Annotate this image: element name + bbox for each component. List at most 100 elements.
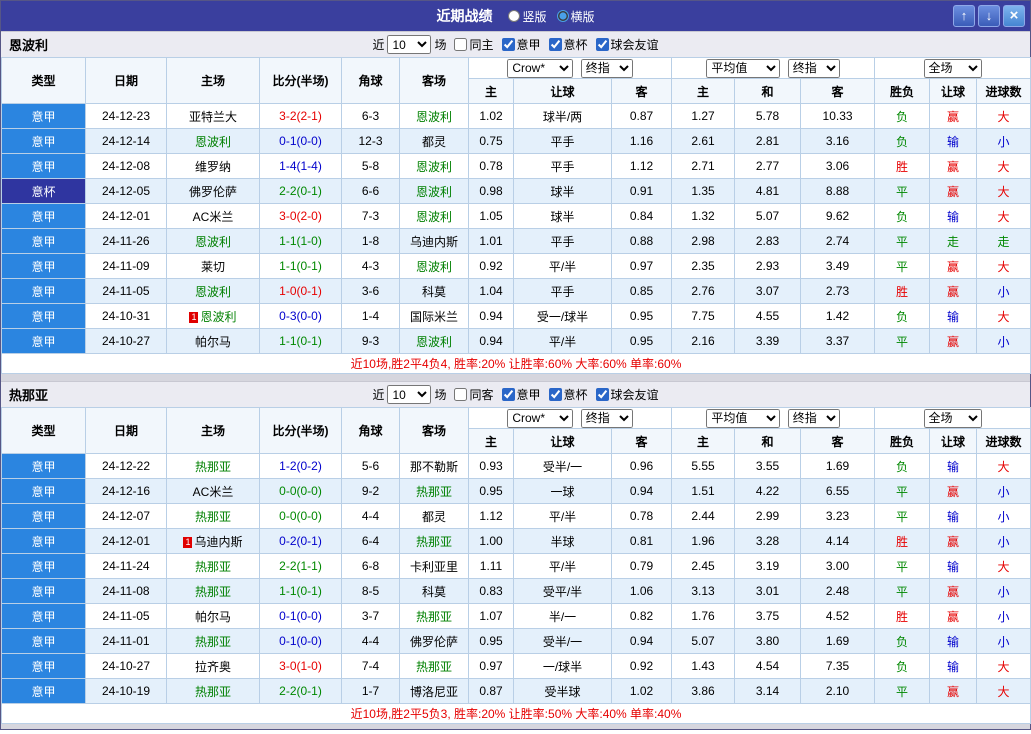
same-venue-checkbox[interactable] <box>454 38 468 51</box>
vertical-radio[interactable] <box>508 10 521 22</box>
result-wdl-cell: 负 <box>874 303 931 329</box>
horizontal-radio[interactable] <box>556 10 569 22</box>
result-goals-cell: 大 <box>976 678 1031 704</box>
average-odds-select[interactable]: 平均值 <box>706 58 781 78</box>
layout-radio-group: 竖版 横版 <box>508 8 595 25</box>
odds-home-cell: 0.95 <box>468 478 514 504</box>
layout-vertical-option[interactable]: 竖版 <box>508 8 547 25</box>
corner-cell: 9-3 <box>341 328 400 354</box>
home-team-cell: 维罗纳 <box>166 153 260 179</box>
avg-home-cell: 1.43 <box>671 653 736 679</box>
score-cell: 0-1(0-0) <box>259 628 342 654</box>
match-date: 24-11-05 <box>85 603 167 629</box>
average-final-select[interactable]: 终指 <box>787 408 840 428</box>
home-team-name: 热那亚 <box>194 559 231 574</box>
corner-cell: 7-3 <box>341 203 400 229</box>
away-team-name: 热那亚 <box>415 609 452 624</box>
odds-home-cell: 1.12 <box>468 503 514 529</box>
home-team-name: 恩波利 <box>194 284 231 299</box>
corner-cell: 7-4 <box>341 653 400 679</box>
away-team-name: 热那亚 <box>415 534 452 549</box>
avg-draw-cell: 3.75 <box>734 603 802 629</box>
avg-away-cell: 1.42 <box>800 303 876 329</box>
recent-count-select[interactable]: 10 <box>387 35 432 54</box>
header-odds-away: 客 <box>610 78 673 104</box>
header-score: 比分(半场) <box>259 57 342 104</box>
fullmatch-select[interactable]: 全场 <box>923 58 982 78</box>
avg-home-cell: 2.44 <box>671 503 736 529</box>
away-team-cell: 热那亚 <box>399 528 469 554</box>
handicap-cell: 平手 <box>513 153 612 179</box>
away-team-cell: 恩波利 <box>399 178 469 204</box>
corner-cell: 6-4 <box>341 528 400 554</box>
vertical-radio-label: 竖版 <box>522 9 547 24</box>
result-goals-cell: 大 <box>976 303 1031 329</box>
close-button[interactable]: × <box>1003 5 1025 27</box>
close-icon: × <box>1009 7 1019 24</box>
home-team-name: 热那亚 <box>194 684 231 699</box>
result-wdl-cell: 平 <box>874 503 931 529</box>
home-team-cell: 热那亚 <box>166 453 260 479</box>
near-label: 近 <box>372 388 385 402</box>
away-team-cell: 国际米兰 <box>399 303 469 329</box>
corner-cell: 6-3 <box>341 103 400 129</box>
same-venue-option[interactable]: 同主 <box>446 36 494 53</box>
league-coppa-option[interactable]: 意杯 <box>541 386 588 403</box>
odds-final-select[interactable]: 终指 <box>580 58 633 78</box>
odds-provider-select[interactable]: Crow* <box>507 408 574 428</box>
recent-count-select[interactable]: 10 <box>387 385 432 404</box>
header-odds-handicap: 让球 <box>513 78 612 104</box>
away-team-name: 科莫 <box>421 584 446 599</box>
average-select-cell: 平均值 终指 <box>671 407 876 429</box>
match-date: 24-10-27 <box>85 653 167 679</box>
avg-home-cell: 2.16 <box>671 328 736 354</box>
odds-home-cell: 0.94 <box>468 328 514 354</box>
league-cell: 意甲 <box>1 678 86 704</box>
league-cell: 意甲 <box>1 103 86 129</box>
odds-provider-select[interactable]: Crow* <box>507 58 574 78</box>
odds-final-select[interactable]: 终指 <box>580 408 633 428</box>
home-team-name: 亚特兰大 <box>188 109 237 124</box>
league-serie-a-option[interactable]: 意甲 <box>494 386 541 403</box>
move-down-button[interactable]: ↓ <box>978 5 1000 27</box>
league-coppa-checkbox[interactable] <box>548 388 562 401</box>
handicap-cell: 半球 <box>513 528 612 554</box>
odds-home-cell: 0.87 <box>468 678 514 704</box>
results-table-empoli: 类型 日期 主场 比分(半场) 角球 客场 Crow* 终指 平均值 终指 全场 <box>0 57 1031 374</box>
result-wdl-cell: 负 <box>874 628 931 654</box>
red-card-badge: 1 <box>189 311 199 323</box>
league-friendly-checkbox[interactable] <box>595 388 609 401</box>
result-wdl-cell: 平 <box>874 328 931 354</box>
same-venue-option[interactable]: 同客 <box>446 386 494 403</box>
layout-horizontal-option[interactable]: 横版 <box>556 8 595 25</box>
result-handicap-cell: 输 <box>929 653 978 679</box>
avg-away-cell: 3.23 <box>800 503 876 529</box>
score-cell: 1-4(1-4) <box>259 153 342 179</box>
move-up-button[interactable]: ↑ <box>953 5 975 27</box>
result-goals-cell: 小 <box>976 603 1031 629</box>
league-serie-a-label: 意甲 <box>516 388 541 402</box>
league-coppa-option[interactable]: 意杯 <box>541 36 588 53</box>
avg-away-cell: 2.73 <box>800 278 876 304</box>
league-serie-a-option[interactable]: 意甲 <box>494 36 541 53</box>
same-venue-checkbox[interactable] <box>454 388 468 401</box>
fullmatch-select[interactable]: 全场 <box>923 408 982 428</box>
league-coppa-checkbox[interactable] <box>548 38 562 51</box>
league-friendly-option[interactable]: 球会友谊 <box>588 386 659 403</box>
result-handicap-cell: 赢 <box>929 103 978 129</box>
average-final-select[interactable]: 终指 <box>787 58 840 78</box>
average-odds-select[interactable]: 平均值 <box>706 408 781 428</box>
match-date: 24-10-19 <box>85 678 167 704</box>
corner-cell: 1-7 <box>341 678 400 704</box>
league-serie-a-checkbox[interactable] <box>501 38 515 51</box>
corner-cell: 12-3 <box>341 128 400 154</box>
league-friendly-option[interactable]: 球会友谊 <box>588 36 659 53</box>
avg-away-cell: 10.33 <box>800 103 876 129</box>
league-friendly-checkbox[interactable] <box>595 38 609 51</box>
league-cell: 意甲 <box>1 528 86 554</box>
avg-draw-cell: 4.22 <box>734 478 802 504</box>
odds-home-cell: 0.78 <box>468 153 514 179</box>
league-serie-a-checkbox[interactable] <box>501 388 515 401</box>
result-handicap-cell: 输 <box>929 553 978 579</box>
away-team-cell: 恩波利 <box>399 203 469 229</box>
